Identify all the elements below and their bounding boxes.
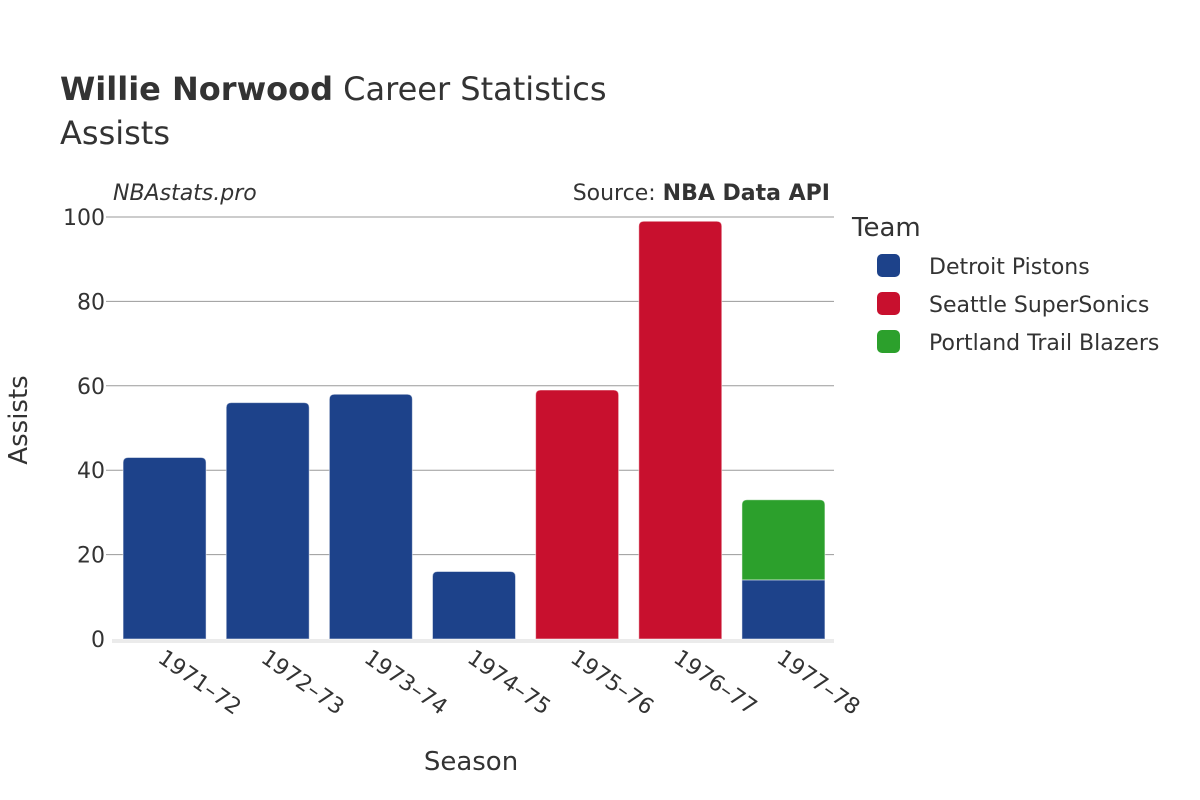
y-axis-ticks: 0 20 40 60 80 100 bbox=[63, 206, 105, 653]
legend-label: Seattle SuperSonics bbox=[929, 293, 1149, 318]
source-prefix: Source: bbox=[573, 181, 663, 206]
x-tick-label: 1973–74 bbox=[359, 645, 451, 720]
x-tick-label: 1972–73 bbox=[256, 645, 348, 720]
x-tick-label: 1971–72 bbox=[153, 645, 245, 720]
chart-title: Willie Norwood Career Statistics bbox=[60, 70, 607, 108]
legend-item[interactable]: Seattle SuperSonics bbox=[877, 292, 1149, 318]
bar-detroit-pistons[interactable] bbox=[328, 393, 413, 640]
chart-subtitle: Assists bbox=[60, 114, 170, 152]
x-axis-ticks: 1971–72 1972–73 1973–74 1974–75 1975–76 1976–… bbox=[153, 645, 864, 720]
bar-portland-trail-blazers[interactable] bbox=[741, 499, 826, 581]
y-tick-label: 0 bbox=[91, 628, 105, 653]
chart-title-player: Willie Norwood bbox=[60, 70, 333, 108]
y-tick-label: 80 bbox=[77, 290, 105, 315]
x-axis-label: Season bbox=[424, 747, 518, 777]
legend-title: Team bbox=[851, 213, 921, 243]
source-name: NBA Data API bbox=[663, 181, 830, 206]
x-tick-label: 1974–75 bbox=[463, 645, 555, 720]
x-tick-label: 1976–77 bbox=[669, 645, 761, 720]
legend: Team Detroit Pistons Seattle SuperSonics P… bbox=[851, 213, 1159, 356]
bar-detroit-pistons[interactable] bbox=[432, 570, 516, 640]
bars bbox=[122, 220, 826, 640]
x-tick-label: 1975–76 bbox=[566, 645, 658, 720]
y-tick-label: 100 bbox=[63, 206, 105, 231]
legend-swatch bbox=[877, 330, 900, 353]
y-tick-label: 40 bbox=[77, 459, 105, 484]
brand-label: NBAstats.pro bbox=[113, 181, 257, 206]
source-label: Source: NBA Data API bbox=[573, 181, 830, 206]
legend-item[interactable]: Detroit Pistons bbox=[877, 254, 1090, 280]
y-tick-label: 60 bbox=[77, 375, 105, 400]
bar-detroit-pistons[interactable] bbox=[741, 579, 826, 640]
legend-swatch bbox=[877, 292, 900, 315]
x-tick-label: 1977–78 bbox=[772, 645, 864, 720]
legend-label: Detroit Pistons bbox=[929, 255, 1090, 280]
y-axis-label: Assists bbox=[4, 375, 34, 464]
bar-detroit-pistons[interactable] bbox=[225, 402, 310, 640]
y-tick-label: 20 bbox=[77, 544, 105, 569]
legend-label: Portland Trail Blazers bbox=[929, 331, 1159, 356]
x-axis-baseline bbox=[112, 639, 834, 643]
bar-detroit-pistons[interactable] bbox=[122, 457, 207, 640]
legend-swatch bbox=[877, 254, 900, 277]
chart-canvas: Willie Norwood Career Statistics Assists… bbox=[4, 70, 1159, 777]
legend-item[interactable]: Portland Trail Blazers bbox=[877, 330, 1159, 356]
bar-seattle-supersonics[interactable] bbox=[535, 389, 620, 640]
bar-seattle-supersonics[interactable] bbox=[638, 220, 723, 640]
chart-title-rest: Career Statistics bbox=[333, 70, 607, 108]
